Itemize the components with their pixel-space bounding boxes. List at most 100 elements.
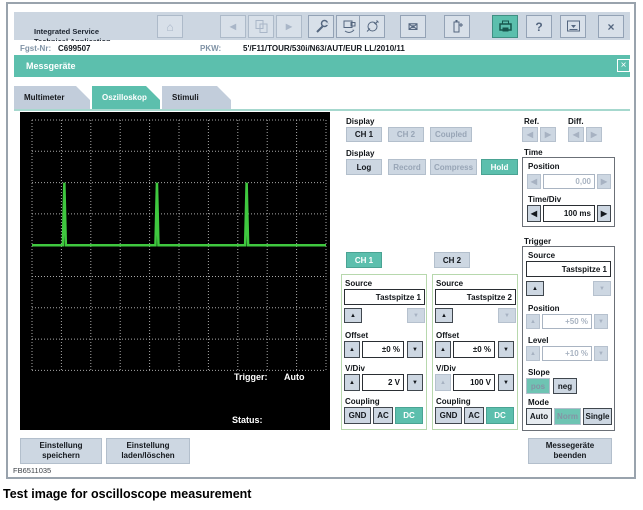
arrow-left-icon: ◀ xyxy=(572,130,580,139)
arrow-right-icon: ▶ xyxy=(600,209,608,218)
display-coupled-button[interactable]: Coupled xyxy=(430,127,472,142)
window-minimize-icon xyxy=(566,19,581,34)
vehicle-label: PKW: xyxy=(200,44,222,53)
printer-icon xyxy=(498,19,513,34)
ch2-ac-button[interactable]: AC xyxy=(464,407,484,424)
arrow-left-icon: ◀ xyxy=(530,209,538,218)
ref-label: Ref. xyxy=(524,117,540,126)
operations-button[interactable] xyxy=(248,15,274,38)
timediv-value: 100 ms xyxy=(543,205,595,222)
trigger-source-up-button[interactable]: ▲ xyxy=(526,281,544,296)
hold-button[interactable]: Hold xyxy=(481,159,518,175)
exit-button[interactable]: × xyxy=(598,15,624,38)
arrow-up-icon: ▲ xyxy=(440,379,446,386)
ref-next-button[interactable]: ▶ xyxy=(540,127,556,142)
messages-button[interactable]: ✉ xyxy=(400,15,426,38)
forward-button[interactable]: ▶ xyxy=(276,15,302,38)
ch1-source-down-button[interactable]: ▼ xyxy=(407,308,425,323)
ch1-source-up-button[interactable]: ▲ xyxy=(344,308,362,323)
help-button[interactable]: ? xyxy=(526,15,552,38)
ch1-vdiv-up-button[interactable]: ▲ xyxy=(344,374,360,391)
ch2-source-up-button[interactable]: ▲ xyxy=(435,308,453,323)
home-button[interactable]: ⌂ xyxy=(157,15,183,38)
ch2-select-button[interactable]: CH 2 xyxy=(434,252,470,268)
ch1-dc-button[interactable]: DC xyxy=(395,407,423,424)
ch1-select-button[interactable]: CH 1 xyxy=(346,252,382,268)
ch2-vdiv-down-button[interactable]: ▼ xyxy=(498,374,514,391)
slope-pos-button[interactable]: pos xyxy=(526,378,550,394)
scope-trigger-value: Auto xyxy=(284,372,305,382)
time-position-value: 0,00 xyxy=(543,174,595,189)
time-position-dec-button[interactable]: ◀ xyxy=(527,174,541,189)
dialog-titlebar: Messgeräte × xyxy=(14,55,630,77)
ch2-source-down-button[interactable]: ▼ xyxy=(498,308,516,323)
close-icon: × xyxy=(607,19,615,34)
arrow-up-icon: ▲ xyxy=(530,318,536,325)
save-settings-button[interactable]: Einstellung speichern xyxy=(20,438,102,464)
trigger-label: Trigger xyxy=(524,237,552,246)
envelope-icon: ✉ xyxy=(407,19,419,34)
trigger-position-up-button[interactable]: ▲ xyxy=(526,314,540,329)
ch2-source-value: Tastspitze 2 xyxy=(435,289,516,305)
ch1-source-label: Source xyxy=(345,279,373,288)
arrow-up-icon: ▲ xyxy=(349,379,355,386)
ch1-vdiv-down-button[interactable]: ▼ xyxy=(407,374,423,391)
ch1-offset-up-button[interactable]: ▲ xyxy=(344,341,360,358)
battery-icon xyxy=(450,19,465,34)
ch2-offset-down-button[interactable]: ▼ xyxy=(498,341,514,358)
arrow-down-icon: ▼ xyxy=(412,379,418,386)
trigger-position-label: Position xyxy=(528,304,560,313)
documents-icon xyxy=(254,19,269,34)
content-divider xyxy=(14,109,630,111)
oscilloscope-display: Trigger: Auto Status: xyxy=(20,112,330,430)
workshop-button[interactable] xyxy=(308,15,334,38)
display-ch1-button[interactable]: CH 1 xyxy=(346,127,382,142)
load-delete-settings-button[interactable]: Einstellung laden/löschen xyxy=(106,438,190,464)
scope-trace-canvas xyxy=(31,119,327,371)
arrow-down-icon: ▼ xyxy=(599,285,605,292)
ch2-source-label: Source xyxy=(436,279,464,288)
ref-prev-button[interactable]: ◀ xyxy=(522,127,538,142)
connection-button[interactable] xyxy=(359,15,385,38)
timediv-inc-button[interactable]: ▶ xyxy=(597,205,611,222)
trigger-source-value: Tastspitze 1 xyxy=(526,261,611,277)
ch1-vdiv-value: 2 V xyxy=(362,374,404,391)
trigger-position-down-button[interactable]: ▼ xyxy=(594,314,608,329)
ch1-offset-label: Offset xyxy=(345,331,369,340)
slope-neg-button[interactable]: neg xyxy=(553,378,577,394)
diff-next-button[interactable]: ▶ xyxy=(586,127,602,142)
diff-prev-button[interactable]: ◀ xyxy=(568,127,584,142)
arrow-left-icon: ◀ xyxy=(530,177,538,186)
print-button[interactable] xyxy=(492,15,518,38)
trigger-source-down-button[interactable]: ▼ xyxy=(593,281,611,296)
battery-button[interactable] xyxy=(444,15,470,38)
ch1-ac-button[interactable]: AC xyxy=(373,407,393,424)
trigger-level-down-button[interactable]: ▼ xyxy=(594,346,608,361)
display-select-button[interactable] xyxy=(560,15,586,38)
time-position-inc-button[interactable]: ▶ xyxy=(597,174,611,189)
mode-norm-button[interactable]: Norm xyxy=(554,408,581,425)
scope-trigger-label: Trigger: xyxy=(234,372,268,382)
back-button[interactable]: ◀ xyxy=(220,15,246,38)
timediv-dec-button[interactable]: ◀ xyxy=(527,205,541,222)
ch2-offset-up-button[interactable]: ▲ xyxy=(435,341,451,358)
ch2-gnd-button[interactable]: GND xyxy=(435,407,462,424)
ch2-dc-button[interactable]: DC xyxy=(486,407,514,424)
mode-single-button[interactable]: Single xyxy=(583,408,612,425)
end-measurement-button[interactable]: Messegeräte beenden xyxy=(528,438,612,464)
tab-multimeter[interactable]: Multimeter xyxy=(14,86,90,109)
compress-button[interactable]: Compress xyxy=(430,159,477,175)
arrow-down-icon: ▼ xyxy=(412,346,418,353)
ch2-vdiv-up-button[interactable]: ▲ xyxy=(435,374,451,391)
log-button[interactable]: Log xyxy=(346,159,382,175)
ch2-offset-label: Offset xyxy=(436,331,460,340)
ch1-gnd-button[interactable]: GND xyxy=(344,407,371,424)
trigger-level-up-button[interactable]: ▲ xyxy=(526,346,540,361)
time-label: Time xyxy=(524,148,543,157)
dialog-close-button[interactable]: × xyxy=(617,59,630,72)
arrow-up-icon: ▲ xyxy=(441,312,447,319)
mode-auto-button[interactable]: Auto xyxy=(526,408,552,425)
display-ch2-button[interactable]: CH 2 xyxy=(388,127,424,142)
ch1-offset-down-button[interactable]: ▼ xyxy=(407,341,423,358)
record-button[interactable]: Record xyxy=(388,159,426,175)
